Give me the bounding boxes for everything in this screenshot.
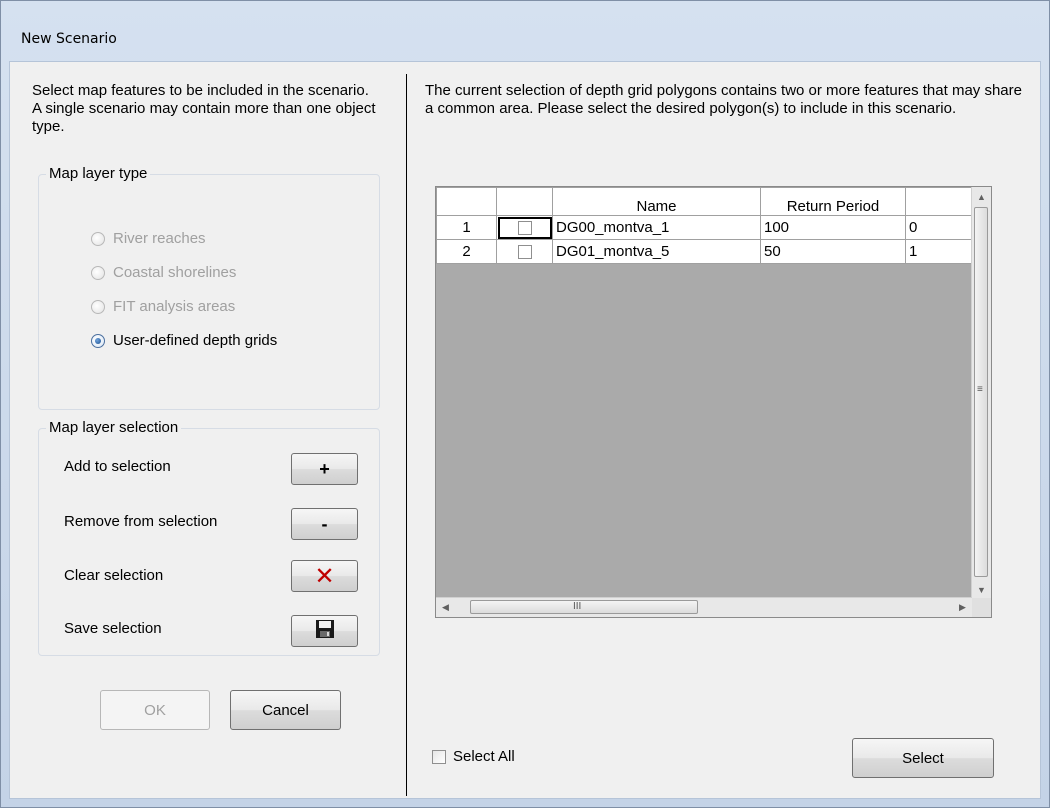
radio-label: Coastal shorelines xyxy=(113,264,237,281)
minus-icon: - xyxy=(321,513,328,534)
radio-label: FIT analysis areas xyxy=(113,298,236,315)
new-scenario-dialog: New Scenario Select map features to be i… xyxy=(0,0,1050,808)
vertical-scrollbar[interactable]: ▲ ≡ ▼ xyxy=(971,187,991,599)
row-checkbox-cell[interactable] xyxy=(496,215,553,240)
title-bar[interactable] xyxy=(1,1,1049,37)
clear-selection-button[interactable]: ✕ xyxy=(291,560,358,592)
name-cell[interactable]: DG01_montva_5 xyxy=(552,239,761,264)
scroll-right-arrow-icon[interactable]: ▶ xyxy=(953,598,972,617)
add-to-selection-button[interactable]: + xyxy=(291,453,358,485)
radio-river-reaches[interactable]: River reaches xyxy=(91,230,206,247)
right-intro-text: The current selection of depth grid poly… xyxy=(425,82,1022,117)
name-cell[interactable]: DG00_montva_1 xyxy=(552,215,761,240)
map-layer-type-label: Map layer type xyxy=(46,165,151,183)
radio-circle-icon xyxy=(91,265,105,280)
scroll-left-arrow-icon[interactable]: ◀ xyxy=(436,598,455,617)
row-checkbox[interactable] xyxy=(517,221,532,236)
map-layer-type-group: Map layer type River reaches Coastal sho… xyxy=(38,165,380,410)
name-column-header[interactable]: Name xyxy=(552,187,761,216)
radio-label: River reaches xyxy=(113,230,206,247)
return-period-column-header[interactable]: Return Period xyxy=(760,187,906,216)
row-number: 2 xyxy=(436,239,497,264)
radio-coastal-shorelines[interactable]: Coastal shorelines xyxy=(91,264,236,281)
radio-circle-icon xyxy=(91,299,105,314)
vertical-scroll-thumb[interactable]: ≡ xyxy=(974,207,988,577)
radio-label: User-defined depth grids xyxy=(113,332,278,349)
scroll-up-arrow-icon[interactable]: ▲ xyxy=(972,187,991,206)
return-period-cell[interactable]: 100 xyxy=(760,215,906,240)
remove-from-selection-button[interactable]: - xyxy=(291,508,358,540)
save-selection-button[interactable] xyxy=(291,615,358,647)
clear-selection-label: Clear selection xyxy=(64,567,164,584)
polygon-table: Name Return Period 1 DG00_montva_1 100 0… xyxy=(436,187,976,264)
polygon-grid: Name Return Period 1 DG00_montva_1 100 0… xyxy=(435,186,992,618)
scroll-grip-icon: ≡ xyxy=(977,384,983,395)
extra-cell[interactable]: 1 xyxy=(905,239,976,264)
extra-cell[interactable]: 0 xyxy=(905,215,976,240)
select-button[interactable]: Select xyxy=(852,738,994,778)
map-layer-selection-group: Map layer selection Add to selection + R… xyxy=(38,419,380,656)
table-row[interactable]: 2 DG01_montva_5 50 1 xyxy=(436,239,976,264)
radio-selected-icon xyxy=(91,333,105,348)
window-title: New Scenario xyxy=(21,31,117,47)
left-intro-text: Select map features to be included in th… xyxy=(32,82,376,135)
add-to-selection-label: Add to selection xyxy=(64,458,171,475)
plus-icon: + xyxy=(319,458,330,479)
cancel-button[interactable]: Cancel xyxy=(230,690,341,730)
radio-user-defined-depth-grids[interactable]: User-defined depth grids xyxy=(91,332,277,349)
table-row[interactable]: 1 DG00_montva_1 100 0 xyxy=(436,215,976,240)
select-all-label: Select All xyxy=(453,748,515,765)
scroll-down-arrow-icon[interactable]: ▼ xyxy=(972,580,991,599)
row-checkbox-cell[interactable] xyxy=(496,239,553,264)
red-x-icon: ✕ xyxy=(314,562,335,590)
map-layer-selection-label: Map layer selection xyxy=(46,419,182,437)
radio-fit-analysis-areas[interactable]: FIT analysis areas xyxy=(91,298,235,315)
vertical-divider xyxy=(406,74,407,796)
return-period-cell[interactable]: 50 xyxy=(760,239,906,264)
horizontal-scrollbar[interactable]: ◀ III ▶ xyxy=(436,597,972,617)
checkbox-box[interactable] xyxy=(432,749,446,764)
floppy-disk-icon xyxy=(315,619,335,643)
dialog-body: Select map features to be included in th… xyxy=(9,61,1041,799)
extra-column-header[interactable] xyxy=(905,187,976,216)
row-checkbox[interactable] xyxy=(517,245,532,260)
remove-from-selection-label: Remove from selection xyxy=(64,513,218,530)
ok-button[interactable]: OK xyxy=(100,690,210,730)
save-selection-label: Save selection xyxy=(64,620,162,637)
checkbox-header xyxy=(496,187,553,216)
rownum-header xyxy=(436,187,497,216)
table-header-row: Name Return Period xyxy=(436,187,976,216)
row-number: 1 xyxy=(436,215,497,240)
scrollbar-corner xyxy=(972,598,991,617)
select-all-checkbox[interactable]: Select All xyxy=(432,748,515,765)
radio-circle-icon xyxy=(91,231,105,246)
horizontal-scroll-thumb[interactable]: III xyxy=(470,600,698,614)
scroll-grip-icon: III xyxy=(573,601,582,612)
